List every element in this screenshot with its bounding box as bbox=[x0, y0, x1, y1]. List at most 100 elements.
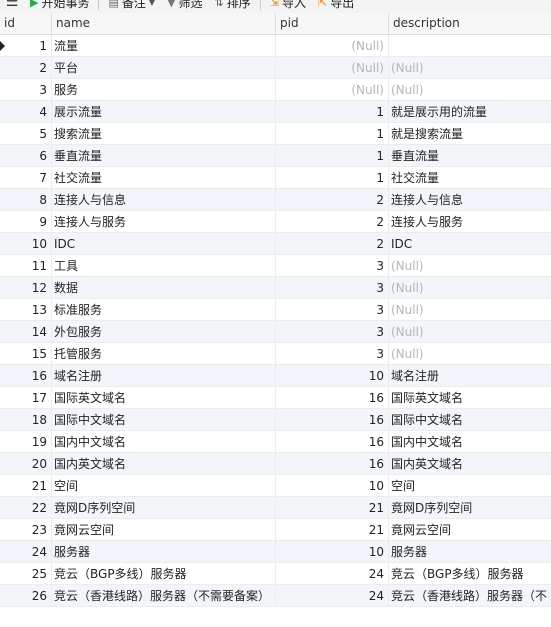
cell-name[interactable]: 竞云（BGP多线）服务器 bbox=[52, 563, 276, 584]
cell-pid[interactable]: 24 bbox=[276, 585, 389, 606]
table-row[interactable]: 25 竞云（BGP多线）服务器 24 竞云（BGP多线）服务器 bbox=[0, 563, 551, 585]
cell-id[interactable]: 25 bbox=[0, 563, 52, 584]
sort-button[interactable]: ⇅ 排序 bbox=[209, 0, 257, 11]
cell-id[interactable]: 6 bbox=[0, 145, 52, 166]
cell-name[interactable]: 外包服务 bbox=[52, 321, 276, 342]
table-row[interactable]: 21 空间 10 空间 bbox=[0, 475, 551, 497]
cell-id[interactable]: 9 bbox=[0, 211, 52, 232]
cell-name[interactable]: 空间 bbox=[52, 475, 276, 496]
cell-name[interactable]: 国际中文域名 bbox=[52, 409, 276, 430]
cell-name[interactable]: 连接人与信息 bbox=[52, 189, 276, 210]
table-row[interactable]: 4 展示流量 1 就是展示用的流量 bbox=[0, 101, 551, 123]
cell-description[interactable]: (Null) bbox=[389, 343, 551, 364]
cell-id[interactable]: 11 bbox=[0, 255, 52, 276]
cell-name[interactable]: 竞云（香港线路）服务器（不需要备案） bbox=[52, 585, 276, 606]
cell-name[interactable]: 服务器 bbox=[52, 541, 276, 562]
cell-id[interactable]: 14 bbox=[0, 321, 52, 342]
cell-pid[interactable]: 2 bbox=[276, 233, 389, 254]
table-row[interactable]: 8 连接人与信息 2 连接人与信息 bbox=[0, 189, 551, 211]
cell-id[interactable]: 20 bbox=[0, 453, 52, 474]
table-row[interactable]: 23 竟网云空间 21 竟网云空间 bbox=[0, 519, 551, 541]
cell-description[interactable]: 连接人与信息 bbox=[389, 189, 551, 210]
table-row[interactable]: 3 服务 (Null) (Null) bbox=[0, 79, 551, 101]
cell-description[interactable]: (Null) bbox=[389, 277, 551, 298]
cell-description[interactable]: (Null) bbox=[389, 299, 551, 320]
column-header-name[interactable]: name bbox=[52, 13, 276, 34]
cell-pid[interactable]: 2 bbox=[276, 211, 389, 232]
export-button[interactable]: ⇱ 导出 bbox=[312, 0, 360, 11]
cell-description[interactable]: 竟网D序列空间 bbox=[389, 497, 551, 518]
cell-name[interactable]: 连接人与服务 bbox=[52, 211, 276, 232]
cell-pid[interactable]: 21 bbox=[276, 519, 389, 540]
column-header-id[interactable]: id bbox=[0, 13, 52, 34]
cell-description[interactable]: 连接人与服务 bbox=[389, 211, 551, 232]
cell-id[interactable]: 16 bbox=[0, 365, 52, 386]
cell-name[interactable]: 数据 bbox=[52, 277, 276, 298]
column-header-pid[interactable]: pid bbox=[276, 13, 389, 34]
table-row[interactable]: 6 垂直流量 1 垂直流量 bbox=[0, 145, 551, 167]
cell-description[interactable]: (Null) bbox=[389, 79, 551, 100]
cell-name[interactable]: 国际英文域名 bbox=[52, 387, 276, 408]
cell-id[interactable]: 4 bbox=[0, 101, 52, 122]
cell-description[interactable]: 域名注册 bbox=[389, 365, 551, 386]
cell-pid[interactable]: 3 bbox=[276, 299, 389, 320]
cell-pid[interactable]: 1 bbox=[276, 145, 389, 166]
cell-name[interactable]: 流量 bbox=[52, 35, 276, 56]
table-row[interactable]: 20 国内英文域名 16 国内英文域名 bbox=[0, 453, 551, 475]
column-header-description[interactable]: description bbox=[389, 13, 551, 34]
cell-pid[interactable]: 10 bbox=[276, 365, 389, 386]
cell-id[interactable]: 15 bbox=[0, 343, 52, 364]
table-row[interactable]: 24 服务器 10 服务器 bbox=[0, 541, 551, 563]
cell-pid[interactable]: (Null) bbox=[276, 79, 389, 100]
cell-name[interactable]: 平台 bbox=[52, 57, 276, 78]
cell-id[interactable]: 5 bbox=[0, 123, 52, 144]
cell-description[interactable]: IDC bbox=[389, 233, 551, 254]
table-row[interactable]: 18 国际中文域名 16 国际中文域名 bbox=[0, 409, 551, 431]
cell-name[interactable]: 竟网云空间 bbox=[52, 519, 276, 540]
cell-name[interactable]: IDC bbox=[52, 233, 276, 254]
cell-id[interactable]: 8 bbox=[0, 189, 52, 210]
cell-id[interactable]: 26 bbox=[0, 585, 52, 606]
cell-pid[interactable]: 16 bbox=[276, 409, 389, 430]
table-row[interactable]: 2 平台 (Null) (Null) bbox=[0, 57, 551, 79]
cell-description[interactable]: (Null) bbox=[389, 57, 551, 78]
cell-description[interactable] bbox=[389, 35, 551, 56]
cell-pid[interactable]: 1 bbox=[276, 167, 389, 188]
cell-description[interactable]: 国内英文域名 bbox=[389, 453, 551, 474]
cell-id[interactable]: 24 bbox=[0, 541, 52, 562]
note-button[interactable]: ▤ 备注 ▼ bbox=[102, 0, 161, 11]
cell-name[interactable]: 竟网D序列空间 bbox=[52, 497, 276, 518]
table-row[interactable]: 12 数据 3 (Null) bbox=[0, 277, 551, 299]
cell-description[interactable]: 垂直流量 bbox=[389, 145, 551, 166]
cell-pid[interactable]: (Null) bbox=[276, 35, 389, 56]
cell-description[interactable]: 服务器 bbox=[389, 541, 551, 562]
table-row[interactable]: 9 连接人与服务 2 连接人与服务 bbox=[0, 211, 551, 233]
cell-description[interactable]: 竞云（香港线路）服务器（不 bbox=[389, 585, 551, 606]
table-row[interactable]: 16 域名注册 10 域名注册 bbox=[0, 365, 551, 387]
filter-button[interactable]: ▼ 筛选 bbox=[161, 0, 208, 11]
cell-pid[interactable]: (Null) bbox=[276, 57, 389, 78]
cell-id[interactable]: 12 bbox=[0, 277, 52, 298]
cell-id[interactable]: 21 bbox=[0, 475, 52, 496]
table-row[interactable]: 19 国内中文域名 16 国内中文域名 bbox=[0, 431, 551, 453]
cell-name[interactable]: 国内英文域名 bbox=[52, 453, 276, 474]
cell-description[interactable]: 竞云（BGP多线）服务器 bbox=[389, 563, 551, 584]
cell-description[interactable]: (Null) bbox=[389, 321, 551, 342]
import-button[interactable]: ⇲ 导入 bbox=[264, 0, 312, 11]
cell-description[interactable]: 国际中文域名 bbox=[389, 409, 551, 430]
table-row[interactable]: 11 工具 3 (Null) bbox=[0, 255, 551, 277]
cell-pid[interactable]: 10 bbox=[276, 475, 389, 496]
cell-name[interactable]: 标准服务 bbox=[52, 299, 276, 320]
table-row[interactable]: 26 竞云（香港线路）服务器（不需要备案） 24 竞云（香港线路）服务器（不 bbox=[0, 585, 551, 607]
cell-id[interactable]: 17 bbox=[0, 387, 52, 408]
cell-name[interactable]: 服务 bbox=[52, 79, 276, 100]
table-row[interactable]: 17 国际英文域名 16 国际英文域名 bbox=[0, 387, 551, 409]
cell-id[interactable]: 7 bbox=[0, 167, 52, 188]
cell-description[interactable]: 空间 bbox=[389, 475, 551, 496]
cell-name[interactable]: 展示流量 bbox=[52, 101, 276, 122]
cell-id[interactable]: 22 bbox=[0, 497, 52, 518]
cell-name[interactable]: 垂直流量 bbox=[52, 145, 276, 166]
cell-pid[interactable]: 3 bbox=[276, 255, 389, 276]
cell-pid[interactable]: 2 bbox=[276, 189, 389, 210]
cell-pid[interactable]: 16 bbox=[276, 387, 389, 408]
